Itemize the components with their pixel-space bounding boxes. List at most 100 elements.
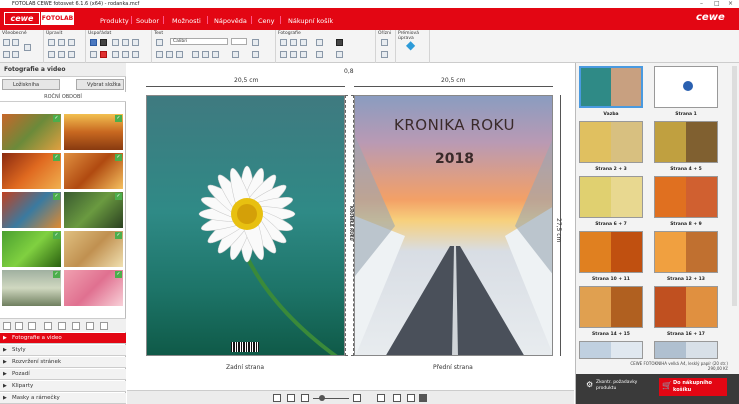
sharpen-icon[interactable] xyxy=(316,51,323,58)
align-left-icon[interactable] xyxy=(90,39,97,46)
text-align-center-icon[interactable] xyxy=(202,51,209,58)
single-page-icon[interactable] xyxy=(273,394,281,402)
page-thumb-14-15[interactable] xyxy=(579,286,643,328)
mirror-icon[interactable] xyxy=(336,51,343,58)
page-thumb-8-9[interactable] xyxy=(654,176,718,218)
edit-icon[interactable] xyxy=(48,39,55,46)
sort-icon[interactable] xyxy=(3,322,11,330)
close-icon[interactable]: × xyxy=(728,0,733,8)
photo-thumb[interactable]: ✓ xyxy=(63,191,124,229)
double-page-icon[interactable] xyxy=(287,394,295,402)
back-cover[interactable] xyxy=(146,95,345,356)
fullscreen-icon[interactable] xyxy=(393,394,401,402)
group-icon[interactable] xyxy=(122,39,129,46)
photo-thumb[interactable]: ✓ xyxy=(1,152,62,190)
front-cover[interactable]: KRONIKA ROKU 2018 xyxy=(354,95,553,356)
text-align-right-icon[interactable] xyxy=(212,51,219,58)
filter-photos-icon[interactable] xyxy=(15,322,23,330)
section-masky[interactable]: ▶ Masky a rámečky xyxy=(0,393,126,404)
duplicate-icon[interactable] xyxy=(68,39,75,46)
font-family-select[interactable]: Calibri xyxy=(170,38,228,45)
text-color-icon[interactable] xyxy=(232,51,239,58)
contrast-icon[interactable] xyxy=(300,39,307,46)
ungroup-icon[interactable] xyxy=(132,39,139,46)
filter-icon[interactable] xyxy=(290,51,297,58)
unlock-icon[interactable] xyxy=(58,51,65,58)
diamond-icon[interactable]: ◆ xyxy=(406,38,415,52)
italic-icon[interactable] xyxy=(166,51,173,58)
photo-thumb[interactable]: ✓ xyxy=(1,230,62,268)
page-thumb-16-17[interactable] xyxy=(654,286,718,328)
list-view-icon[interactable] xyxy=(28,322,36,330)
photo-thumb[interactable]: ✓ xyxy=(1,191,62,229)
menu-soubor[interactable]: Soubor xyxy=(136,17,159,25)
flip-icon[interactable] xyxy=(112,51,119,58)
zoom-in-icon[interactable] xyxy=(353,394,361,402)
add-to-cart-button[interactable]: 🛒 Do nákupního košíku xyxy=(659,378,727,396)
fit-icon[interactable] xyxy=(377,394,385,402)
crop-tool-icon[interactable] xyxy=(381,39,388,46)
zoom-slider-handle[interactable] xyxy=(319,395,325,401)
crop-icon[interactable] xyxy=(336,39,343,46)
details-view-icon[interactable] xyxy=(100,322,108,330)
frame-icon[interactable] xyxy=(100,51,107,58)
page-panel-scrollbar[interactable] xyxy=(732,66,737,306)
lock-icon[interactable] xyxy=(48,51,55,58)
select-folder-button[interactable]: Vybrat složka xyxy=(76,79,124,90)
page-thumb-4-5[interactable] xyxy=(654,121,718,163)
photo-thumb[interactable]: ✓ xyxy=(1,113,62,151)
cut-icon[interactable] xyxy=(3,51,10,58)
distribute-icon[interactable] xyxy=(122,51,129,58)
text-add-icon[interactable] xyxy=(156,39,163,46)
size-small-icon[interactable] xyxy=(44,322,52,330)
page-thumb-next[interactable] xyxy=(579,341,643,359)
red-eye-icon[interactable] xyxy=(280,51,287,58)
photo-thumb[interactable]: ✓ xyxy=(63,269,124,307)
bring-front-icon[interactable] xyxy=(100,39,107,46)
effects-icon[interactable] xyxy=(300,51,307,58)
check-requirements-button[interactable]: ⚙ Zkontr. požadavky produktu xyxy=(586,380,644,396)
page-thumb-next-2[interactable] xyxy=(654,341,718,359)
brightness-icon[interactable] xyxy=(290,39,297,46)
page-thumb-2-3[interactable] xyxy=(579,121,643,163)
delete-icon[interactable] xyxy=(58,39,65,46)
photo-thumb[interactable]: ✓ xyxy=(63,230,124,268)
zoom-out-icon[interactable] xyxy=(301,394,309,402)
menu-produkty[interactable]: Produkty xyxy=(100,17,129,25)
preview-icon[interactable] xyxy=(407,394,415,402)
font-size-select[interactable] xyxy=(231,38,247,45)
text-effect-icon[interactable] xyxy=(252,51,259,58)
zoom-crop-icon[interactable] xyxy=(381,51,388,58)
book-spine[interactable]: KRONIKA ROKU xyxy=(345,95,354,356)
menu-napoveda[interactable]: Nápověda xyxy=(214,17,247,25)
select-all-icon[interactable] xyxy=(68,51,75,58)
folder-button[interactable]: Ložiskniha xyxy=(2,79,60,90)
page-thumb-10-11[interactable] xyxy=(579,231,643,273)
photo-thumb[interactable]: ✓ xyxy=(63,152,124,190)
menu-nakupni-kosik[interactable]: Nákupní košík xyxy=(288,17,333,25)
size-medium-icon[interactable] xyxy=(58,322,66,330)
photo-thumb[interactable]: ✓ xyxy=(1,269,62,307)
size-large-icon[interactable] xyxy=(72,322,80,330)
section-kliparty[interactable]: ▶ Kliparty xyxy=(0,381,126,392)
menu-ceny[interactable]: Ceny xyxy=(258,17,275,25)
paste-icon[interactable] xyxy=(24,44,31,51)
text-align-left-icon[interactable] xyxy=(192,51,199,58)
section-rozvrzeni[interactable]: ▶ Rozvržení stránek xyxy=(0,357,126,368)
page-thumb-1[interactable] xyxy=(654,66,718,108)
menu-moznosti[interactable]: Možnosti xyxy=(172,17,201,25)
page-thumb-6-7[interactable] xyxy=(579,176,643,218)
page-thumb-12-13[interactable] xyxy=(654,231,718,273)
redo-icon[interactable] xyxy=(12,39,19,46)
copy-icon[interactable] xyxy=(12,51,19,58)
photo-thumb[interactable]: ✓ xyxy=(63,113,124,151)
undo-icon[interactable] xyxy=(3,39,10,46)
section-styly[interactable]: ▶ Styly xyxy=(0,345,126,356)
grid-view-icon[interactable] xyxy=(86,322,94,330)
page-thumb-vazba[interactable] xyxy=(579,66,643,108)
align-center-icon[interactable] xyxy=(132,51,139,58)
section-fotografie[interactable]: ▶ Fotografie a video xyxy=(0,333,126,344)
underline-icon[interactable] xyxy=(176,51,183,58)
rotate-icon[interactable] xyxy=(90,51,97,58)
section-pozadi[interactable]: ▶ Pozadí xyxy=(0,369,126,380)
